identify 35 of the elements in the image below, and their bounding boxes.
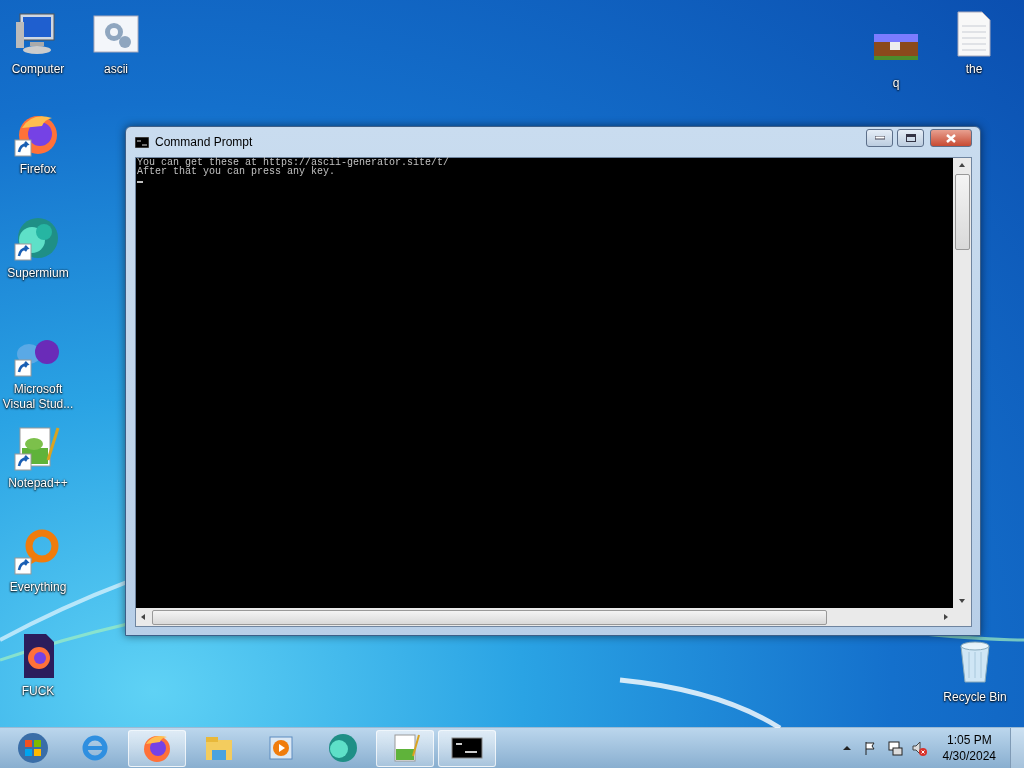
icon-label: the <box>965 62 983 77</box>
minimize-button[interactable] <box>866 129 893 147</box>
icon-label: q <box>892 76 900 91</box>
maximize-icon <box>905 134 916 142</box>
icon-label: ascii <box>104 62 128 77</box>
firefox-taskbar-button[interactable] <box>128 729 186 767</box>
vertical-scrollbar[interactable] <box>953 158 971 608</box>
icon-label: Recycle Bin <box>943 690 1007 705</box>
icon-label: Everything <box>9 580 67 595</box>
console-icon <box>135 136 149 148</box>
volume-icon[interactable] <box>910 740 927 756</box>
window-title: Command Prompt <box>155 135 254 149</box>
console-line: You can get these at https://ascii-generator.site/t/ <box>137 158 451 167</box>
clock-time: 1:05 PM <box>946 732 992 748</box>
minimize-icon <box>874 136 885 140</box>
notepad-icon[interactable] <box>14 424 62 472</box>
icon-label: FUCK <box>21 684 55 699</box>
scroll-thumb[interactable] <box>152 609 827 625</box>
maximize-button[interactable] <box>897 129 924 147</box>
start-icon <box>17 732 49 764</box>
icon-label: Firefox <box>19 162 57 177</box>
close-icon <box>946 133 956 143</box>
scroll-thumb[interactable] <box>954 174 970 250</box>
network-icon[interactable] <box>886 740 903 756</box>
console-line: After that you can press any key. <box>137 167 336 176</box>
clock-date: 4/30/2024 <box>942 748 996 764</box>
close-button[interactable] <box>930 129 972 147</box>
cmd-taskbar-button[interactable] <box>438 729 496 767</box>
supermium-icon <box>327 732 359 764</box>
console-output[interactable]: You can get these at https://ascii-generator.site/t/ After that you can press any key. <box>136 158 953 608</box>
icon-label: Notepad++ <box>8 476 68 491</box>
horizontal-scrollbar[interactable] <box>136 608 953 626</box>
icon-label: Computer <box>11 62 65 77</box>
icon-label: Supermium <box>7 266 69 281</box>
icon-label: Microsoft Visual Stud... <box>1 382 75 412</box>
